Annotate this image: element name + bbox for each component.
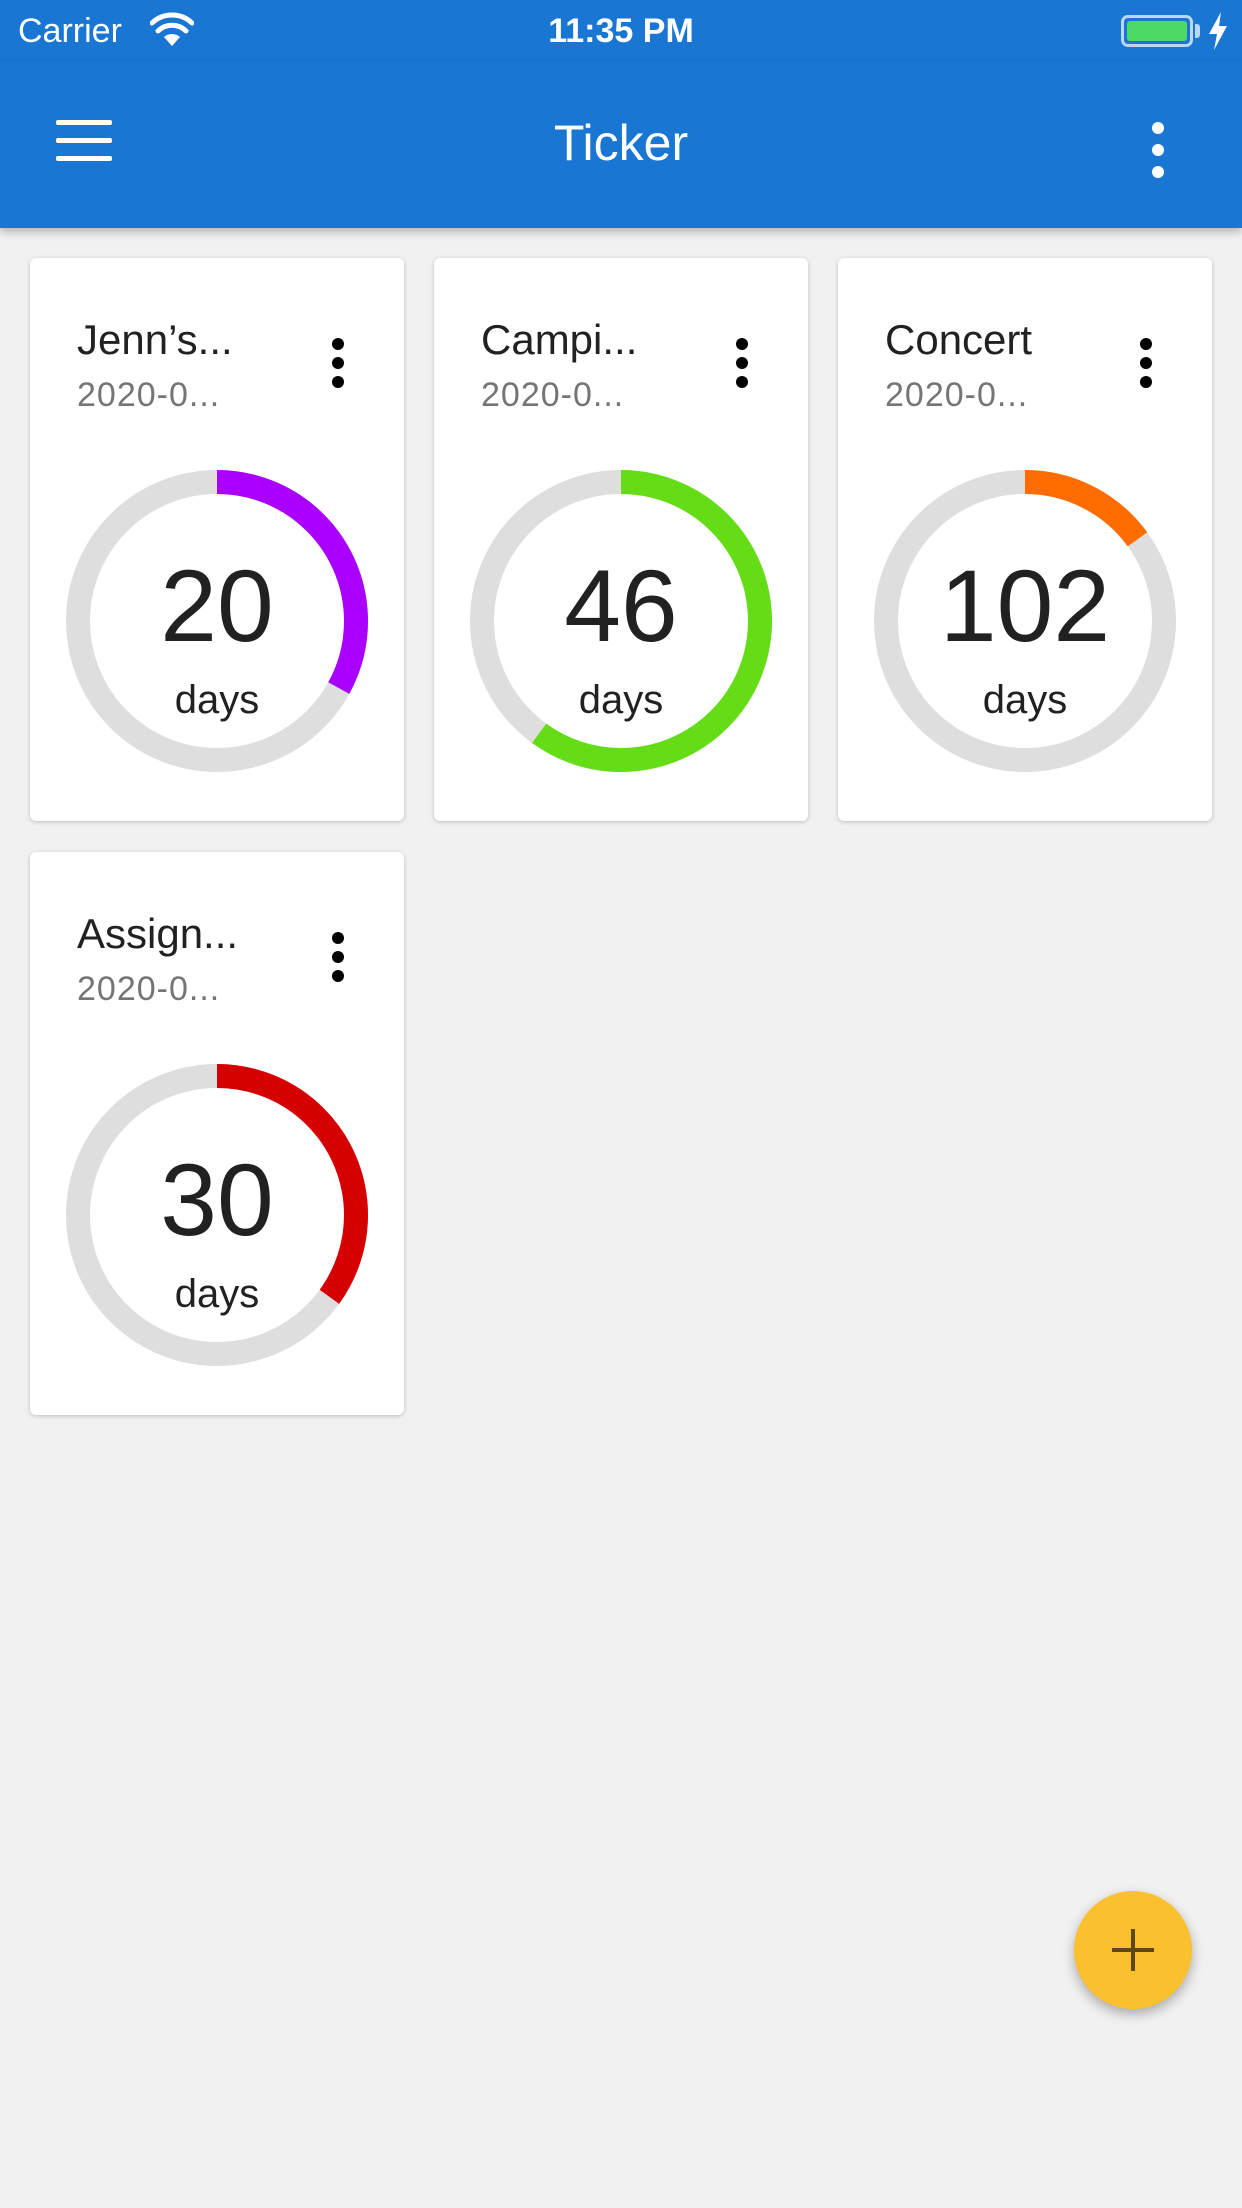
days-label: days [174,678,260,722]
clock: 11:35 PM [548,12,694,50]
countdown-card[interactable]: Campi... 2020-0... 46 days [434,258,808,821]
card-title: Concert [885,316,1033,363]
card-date: 2020-0... [77,376,221,414]
countdown-card[interactable]: Concert 2020-0... 102 days [838,258,1212,821]
card-more-icon[interactable] [722,328,762,398]
days-count: 102 [939,549,1111,663]
days-count: 30 [160,1143,274,1257]
page-title: Ticker [553,115,689,171]
card-date: 2020-0... [77,970,221,1008]
card-more-icon[interactable] [1126,328,1166,398]
charging-bolt-icon [1209,12,1227,50]
days-count: 20 [160,549,274,663]
plus-icon [1112,1929,1154,1971]
add-event-button[interactable] [1074,1891,1192,2009]
more-vertical-icon[interactable] [1136,114,1180,186]
days-label: days [578,678,664,722]
card-date: 2020-0... [885,376,1029,414]
countdown-card[interactable]: Jenn’s... 2020-0... 20 days [30,258,404,821]
card-more-icon[interactable] [318,328,358,398]
app-bar: Ticker [0,62,1242,228]
card-title: Campi... [481,316,638,363]
days-label: days [174,1272,260,1316]
battery-tip [1195,24,1200,38]
countdown-card[interactable]: Assign... 2020-0... 30 days [30,852,404,1415]
card-more-icon[interactable] [318,922,358,992]
days-label: days [982,678,1068,722]
days-count: 46 [564,549,678,663]
battery-icon [1121,15,1193,47]
status-bar: Carrier 11:35 PM [0,0,1242,62]
card-title: Assign... [77,910,239,957]
card-title: Jenn’s... [77,316,233,363]
card-date: 2020-0... [481,376,625,414]
